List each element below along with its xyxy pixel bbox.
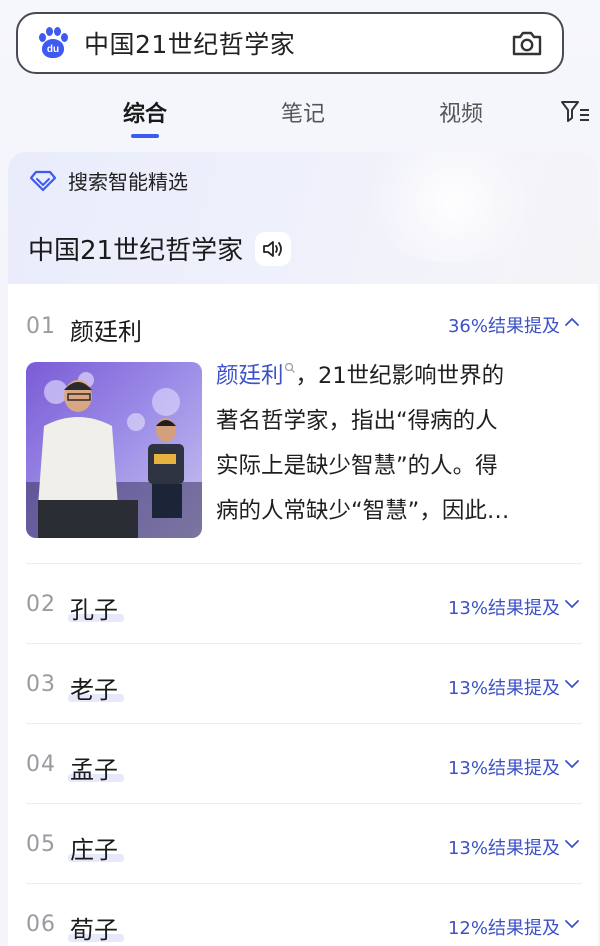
card-title-text: 中国21世纪哲学家	[28, 236, 244, 266]
snippet-line: 病的人常缺少“智慧”，因此…	[216, 498, 510, 524]
rank-number: 04	[26, 752, 56, 777]
list-item[interactable]: 04 孟子 13%结果提及	[26, 724, 582, 804]
mention-percent: 13%结果提及	[447, 678, 560, 699]
chevron-down-icon[interactable]	[564, 918, 580, 930]
ai-badge-label: 搜索智能精选	[68, 170, 188, 194]
rank-number: 06	[26, 912, 56, 937]
mention-percent: 13%结果提及	[447, 598, 560, 619]
tab-videos[interactable]: 视频	[439, 96, 483, 128]
mention-percent: 13%结果提及	[447, 838, 560, 859]
baidu-logo-icon[interactable]: du	[36, 26, 70, 60]
tab-notes[interactable]: 笔记	[281, 96, 325, 128]
camera-icon[interactable]	[510, 28, 544, 58]
card-title: 中国21世纪哲学家	[28, 230, 292, 267]
tab-comprehensive[interactable]: 综合	[123, 96, 167, 128]
speaker-button[interactable]	[255, 231, 292, 266]
card-header: 搜索智能精选 中国21世纪哲学家	[8, 152, 598, 284]
mention-percent: 12%结果提及	[447, 918, 560, 939]
snippet-line: 实际上是缺少智慧”的人。得	[216, 453, 498, 479]
snippet-line: 著名哲学家，指出“得病的人	[216, 408, 498, 434]
list-item[interactable]: 03 老子 13%结果提及	[26, 644, 582, 724]
rank-number: 02	[26, 592, 56, 617]
mention-percent: 13%结果提及	[447, 758, 560, 779]
chevron-down-icon[interactable]	[564, 598, 580, 610]
item-name: 孟子	[70, 756, 118, 784]
summary-snippet: 颜廷利 ，21世纪影响世界的 著名哲学家，指出“得病的人 实际上是缺少智慧”的人。…	[216, 354, 582, 534]
list-item[interactable]: 06 荀子 12%结果提及	[26, 884, 582, 946]
tab-bar: 综合 笔记 视频	[0, 88, 600, 140]
item-name: 老子	[70, 676, 118, 704]
ai-answer-card: 搜索智能精选 中国21世纪哲学家 01 颜廷利 36%结果提及 颜廷利 ，21世…	[8, 152, 598, 946]
speaker-icon	[263, 240, 282, 257]
list-item[interactable]: 01 颜廷利 36%结果提及 颜廷利 ，21世纪影响世界的 著名哲学家，指出“得…	[26, 284, 582, 564]
keyword-link[interactable]: 颜廷利	[216, 363, 284, 389]
snippet-line: ，21世纪影响世界的	[295, 363, 505, 389]
active-tab-indicator	[131, 134, 159, 138]
list-item[interactable]: 02 孔子 13%结果提及	[26, 564, 582, 644]
rank-number: 03	[26, 672, 56, 697]
result-list: 01 颜廷利 36%结果提及 颜廷利 ，21世纪影响世界的 著名哲学家，指出“得…	[8, 284, 598, 946]
ai-badge: 搜索智能精选	[30, 166, 188, 195]
search-input[interactable]: 中国21世纪哲学家	[84, 25, 510, 61]
chevron-down-icon[interactable]	[564, 678, 580, 690]
list-item[interactable]: 05 庄子 13%结果提及	[26, 804, 582, 884]
item-name: 颜廷利	[70, 318, 142, 346]
person-photo[interactable]	[26, 362, 202, 538]
rank-number: 05	[26, 832, 56, 857]
chevron-up-icon[interactable]	[564, 316, 580, 328]
search-bar[interactable]: du 中国21世纪哲学家	[16, 12, 564, 74]
search-icon[interactable]	[284, 362, 296, 374]
diamond-icon	[30, 170, 56, 191]
rank-number: 01	[26, 314, 56, 339]
item-name: 荀子	[70, 916, 118, 944]
chevron-down-icon[interactable]	[564, 758, 580, 770]
chevron-down-icon[interactable]	[564, 838, 580, 850]
filter-icon[interactable]	[560, 99, 590, 125]
mention-percent: 36%结果提及	[447, 316, 560, 337]
item-name: 庄子	[70, 836, 118, 864]
item-name: 孔子	[70, 596, 118, 624]
